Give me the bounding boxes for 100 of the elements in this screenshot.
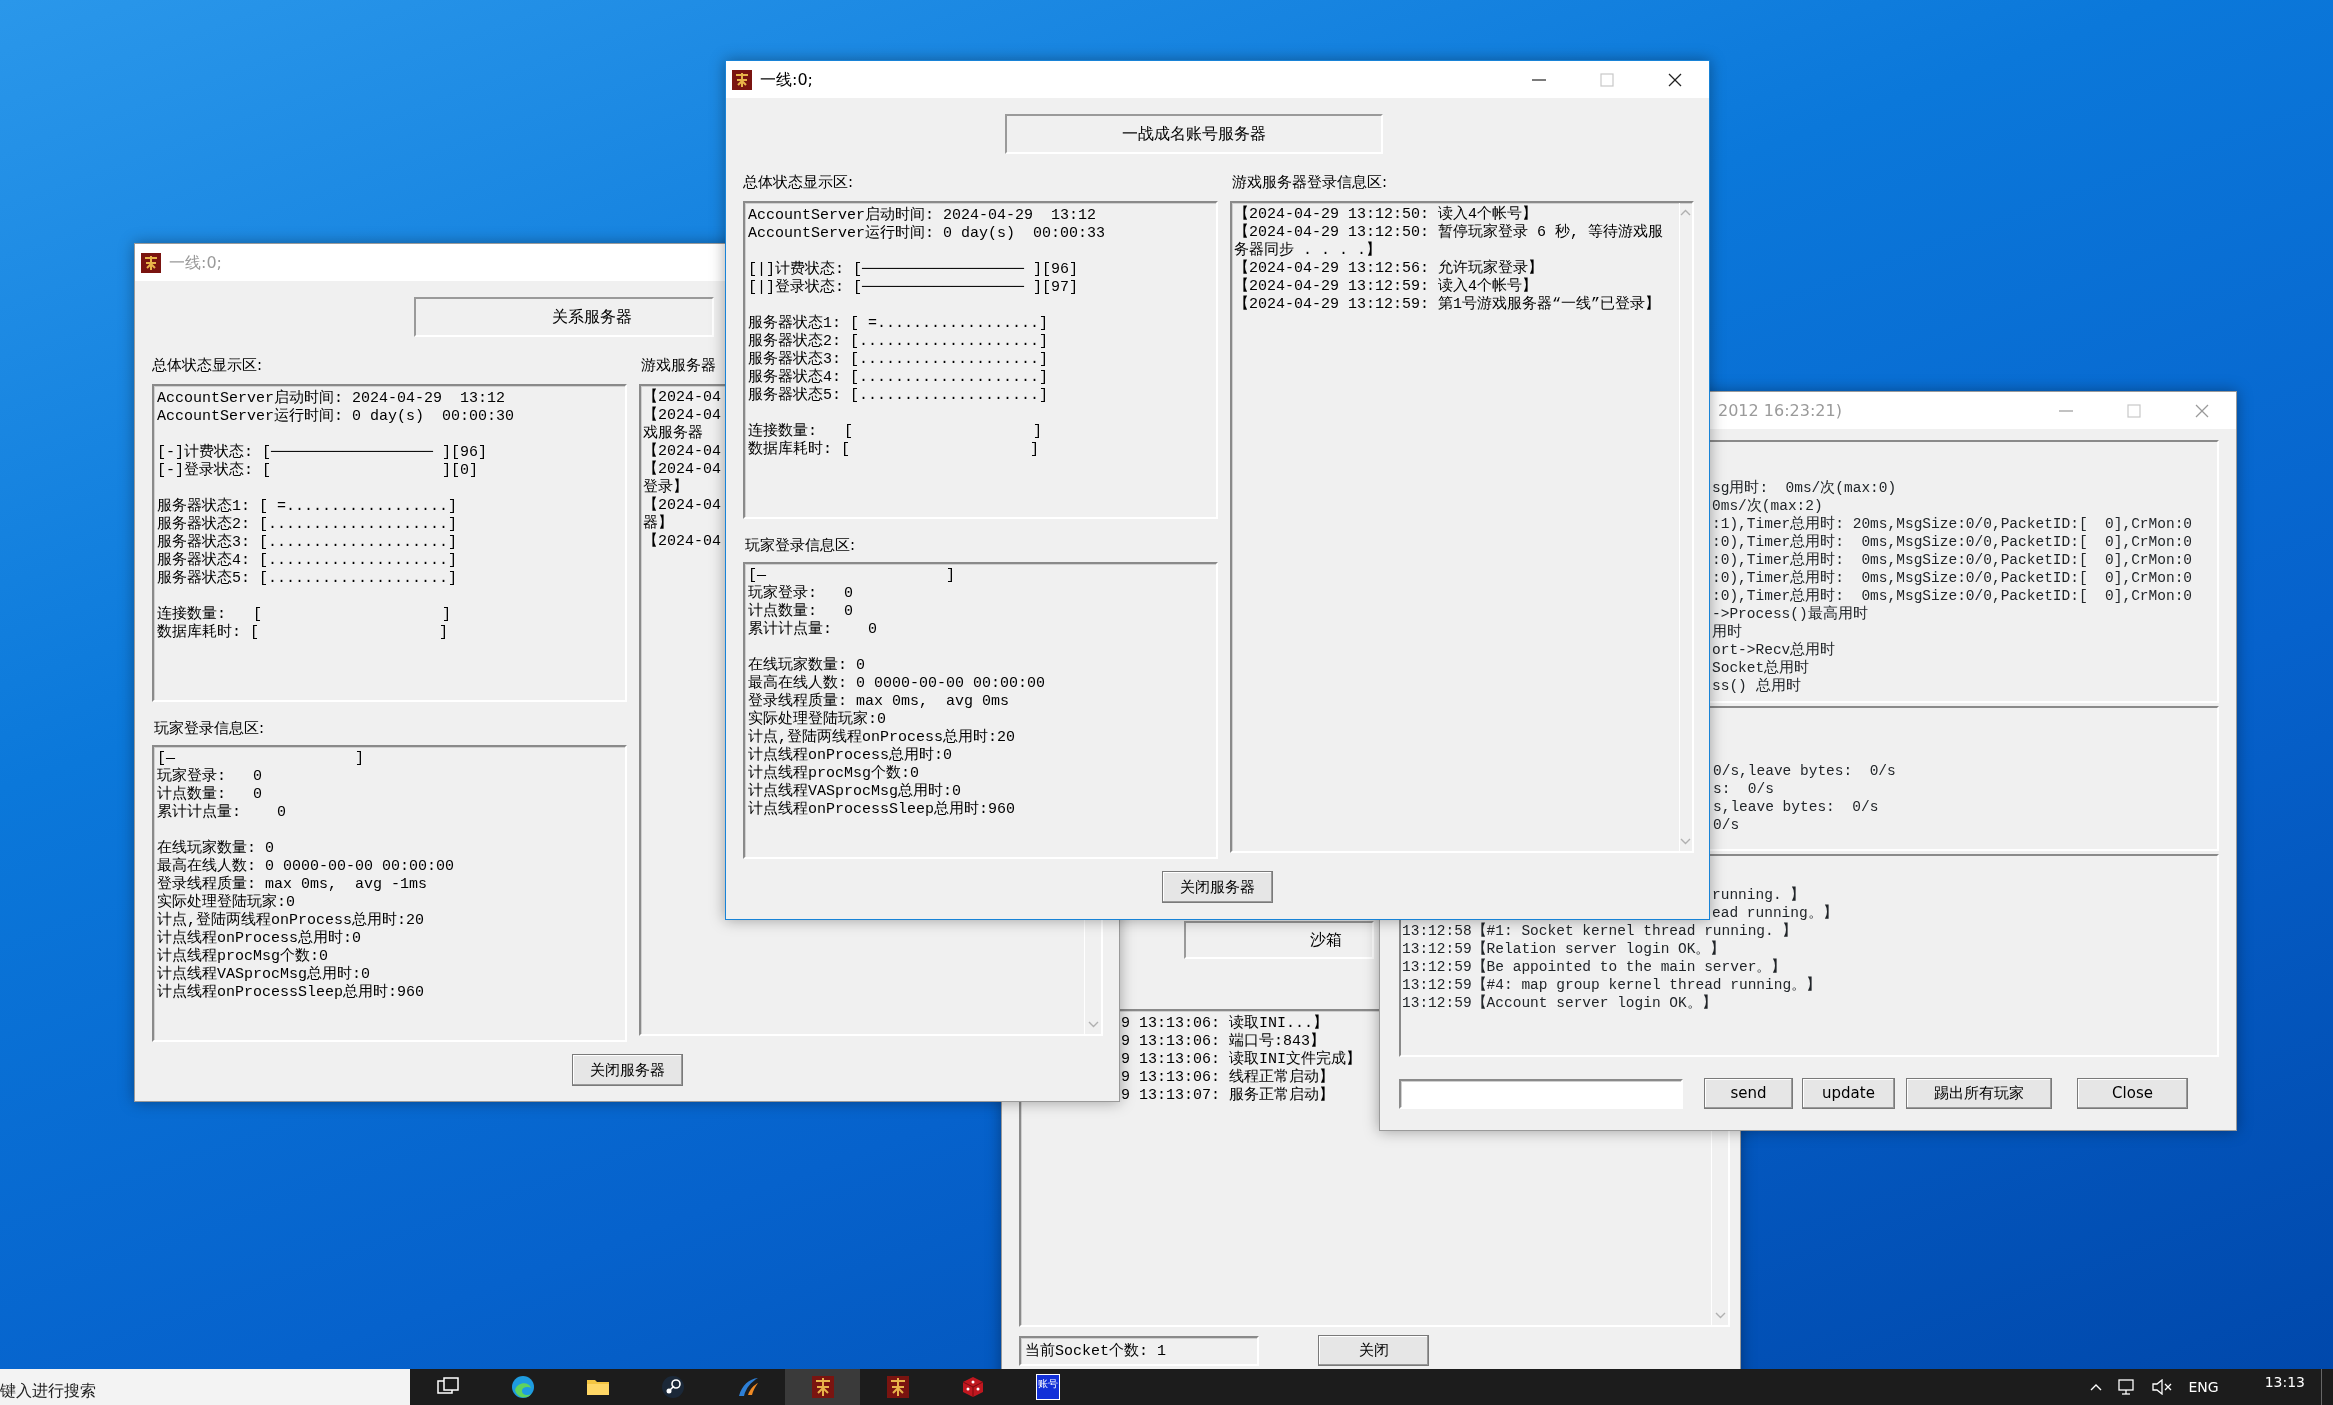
language-indicator[interactable]: ENG <box>2188 1376 2219 1398</box>
status-line: 服务器状态1: [ =..................] <box>157 498 458 515</box>
status-line: [|]计费状态: [────────────────── ][96] <box>748 261 1079 278</box>
chevron-up-icon[interactable] <box>2090 1383 2103 1391</box>
log-line: 13:12:58【#1: Socket kernel thread running. 】 <box>1402 922 1798 940</box>
log-line: 9 13:13:06: 线程正常启动】 <box>1121 1069 1335 1086</box>
login-line: 在线玩家数量: 0 <box>748 657 865 674</box>
login-line: 计点,登陆两线程onProcess总用时:20 <box>157 912 425 929</box>
stats-line: ort->Recv总用时 <box>1712 641 1836 659</box>
login-line: 登录线程质量: max 0ms, avg -1ms <box>157 876 428 893</box>
log-line: 【2024-04 <box>643 443 721 460</box>
stats-line: :1),Timer总用时: 20ms,MsgSize:0/0,PacketID:[ 0],CrMon:0 <box>1712 515 2193 533</box>
search-field[interactable]: 键入进行搜索 <box>0 1369 410 1405</box>
login-line: 计点线程VASprocMsg总用时:0 <box>748 783 962 800</box>
status-line: 连接数量: [ ] <box>748 423 1043 440</box>
login-line: [— ] <box>748 567 956 584</box>
app-tile: 账号 <box>1035 1374 1060 1400</box>
log-line: 【2024-04-29 13:12:59: 读入4个帐号】 <box>1234 278 1538 295</box>
log-line: 13:12:59【#4: map group kernel thread running。】 <box>1402 976 1822 994</box>
server-name-button[interactable]: 关系服务器 <box>414 297 714 337</box>
scroll-up-icon[interactable] <box>1680 209 1692 216</box>
stats-line: :0),Timer总用时: 0ms,MsgSize:0/0,PacketID:[ 0],CrMon:0 <box>1712 569 2193 587</box>
status-line: 服务器状态3: [....................] <box>157 534 458 551</box>
status-line: [-]计费状态: [────────────────── ][96] <box>157 444 488 461</box>
status-line: 数据库耗时: [ ] <box>157 624 449 642</box>
scroll-down-icon[interactable] <box>1680 838 1692 845</box>
message-input[interactable] <box>1399 1078 1683 1109</box>
stats-line: s,leave bytes: 0/s <box>1713 798 1879 816</box>
emblem-icon <box>885 1375 910 1399</box>
close-server-button[interactable]: 关闭服务器 <box>571 1054 683 1086</box>
login-line: 计点线程onProcess总用时:0 <box>157 930 362 947</box>
log-line: 13:12:59【Account server login OK。】 <box>1402 994 1717 1012</box>
status-line: AccountServer运行时间: 0 day(s) 00:00:30 <box>157 408 515 426</box>
action-button[interactable]: 踢出所有玩家 <box>1906 1078 2052 1109</box>
scroll-down-icon[interactable] <box>1087 1021 1099 1028</box>
log-line: 【2024-04-29 13:12:50: 读入4个帐号】 <box>1234 206 1538 223</box>
emblem-icon <box>732 69 752 90</box>
login-line: 实际处理登陆玩家:0 <box>748 711 886 728</box>
status-line: 服务器状态4: [....................] <box>157 552 458 569</box>
log-line: 9 13:13:07: 服务正常启动】 <box>1121 1087 1335 1105</box>
log-line: 9 13:13:06: 端口号:843】 <box>1121 1033 1326 1050</box>
status-line: 服务器状态2: [....................] <box>157 516 458 533</box>
server-name-button[interactable]: 沙箱 <box>1184 921 1374 959</box>
maximize-icon <box>2127 403 2141 418</box>
window-title: 一线:0; <box>169 251 222 274</box>
stats-line: Socket总用时 <box>1712 659 1810 677</box>
stats-line: ss() 总用时 <box>1712 677 1801 695</box>
status-line: 连接数量: [ ] <box>157 606 452 623</box>
log-line: 【2024-04-29 13:12:56: 允许玩家登录】 <box>1234 260 1544 277</box>
status-line: 服务器状态5: [....................] <box>748 387 1049 405</box>
swirl-icon <box>510 1375 535 1399</box>
close-server-button[interactable]: 关闭服务器 <box>1162 871 1273 903</box>
login-line: 计点线程procMsg个数:0 <box>748 765 919 782</box>
speaker-muted-icon[interactable] <box>2152 1379 2173 1395</box>
login-line: 累计计点量: 0 <box>748 621 877 639</box>
log-line: 9 13:13:06: 读取INI...】 <box>1121 1015 1329 1032</box>
status-line: 服务器状态2: [....................] <box>748 333 1049 350</box>
login-line: [— ] <box>157 750 365 767</box>
scroll-down-icon[interactable] <box>1714 1312 1726 1319</box>
server-name-button[interactable]: 一战成名账号服务器 <box>1005 114 1383 154</box>
status-line: 服务器状态5: [....................] <box>157 570 458 588</box>
log-line: running. 】 <box>1712 886 1806 904</box>
log-line: ead running。】 <box>1712 904 1838 922</box>
stats-line: 用时 <box>1712 623 1742 641</box>
log-line: 【2024-04 <box>643 389 721 406</box>
log-line: 戏服务器 <box>643 425 703 442</box>
section-label: 游戏服务器登录信息区: <box>1232 172 1388 193</box>
maximize-icon <box>1600 72 1614 87</box>
clock[interactable]: 13:13 <box>2264 1371 2305 1393</box>
log-line: 【2024-04 <box>643 461 721 478</box>
login-line: 实际处理登陆玩家:0 <box>157 894 295 911</box>
action-button[interactable]: send <box>1704 1078 1793 1109</box>
emblem-icon <box>810 1375 835 1399</box>
dice-icon <box>960 1375 985 1399</box>
log-line: 13:12:59【Be appointed to the main server。】 <box>1402 958 1787 976</box>
window-title: 2012 16:23:21) <box>1718 399 1842 422</box>
status-line: 服务器状态4: [....................] <box>748 369 1049 386</box>
status-line: AccountServer运行时间: 0 day(s) 00:00:33 <box>748 225 1106 243</box>
login-line: 累计计点量: 0 <box>157 804 286 822</box>
login-line: 在线玩家数量: 0 <box>157 840 274 857</box>
stats-line: sg用时: 0ms/次(max:0) <box>1712 479 1897 497</box>
stats-line: :0),Timer总用时: 0ms,MsgSize:0/0,PacketID:[ 0],CrMon:0 <box>1712 587 2193 605</box>
log-line: 【2024-04 <box>643 407 721 424</box>
section-label: 总体状态显示区: <box>152 355 263 376</box>
circle-logo-icon <box>660 1375 685 1399</box>
section-label: 玩家登录信息区: <box>745 535 856 556</box>
taskbar-button[interactable]: 账号 <box>1010 1369 1085 1405</box>
section-label: 总体状态显示区: <box>743 172 854 193</box>
stats-line: 0/s,leave bytes: 0/s <box>1713 762 1896 780</box>
stats-line: s: 0/s <box>1713 780 1774 798</box>
network-icon[interactable] <box>2118 1379 2137 1395</box>
log-line: 器】 <box>643 515 673 532</box>
socket-count-field[interactable]: 当前Socket个数: 1 <box>1019 1335 1259 1366</box>
close-button[interactable]: 关闭 <box>1318 1335 1429 1366</box>
minimize-icon <box>1532 78 1546 81</box>
taskbar-button[interactable] <box>785 1369 860 1405</box>
login-line: 计点线程VASprocMsg总用时:0 <box>157 966 371 983</box>
action-button[interactable]: Close <box>2077 1078 2188 1109</box>
log-line: 【2024-04 <box>643 497 721 514</box>
action-button[interactable]: update <box>1802 1078 1895 1109</box>
